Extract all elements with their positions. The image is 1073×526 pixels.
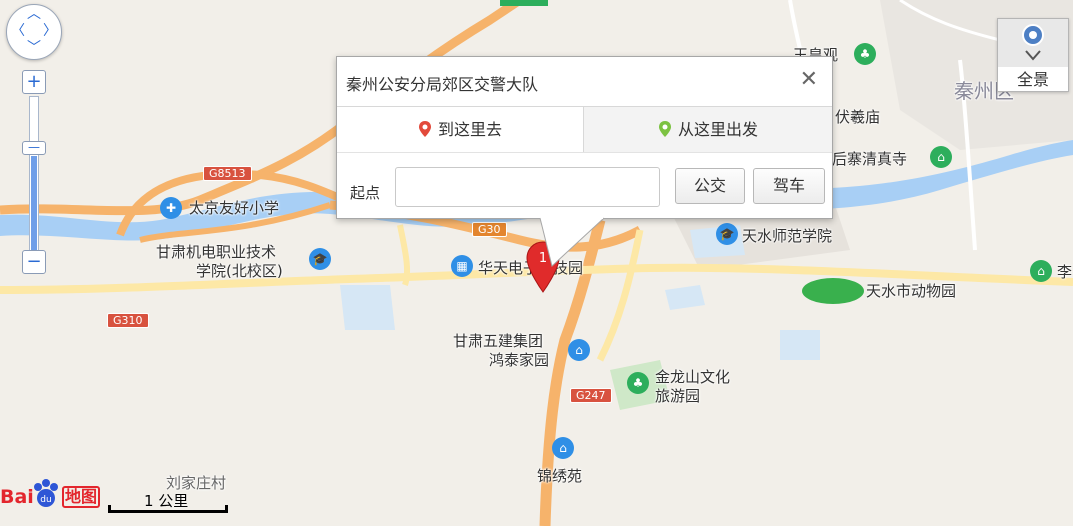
red-pin-icon <box>418 121 431 137</box>
road-shield-g247: G247 <box>570 388 612 403</box>
panorama-button[interactable]: 全景 <box>997 18 1069 92</box>
tab-from-here-label: 从这里出发 <box>677 120 758 139</box>
road-shield-g8513: G8513 <box>203 166 252 181</box>
logo-text-bai: Bai <box>0 486 34 508</box>
baidu-map-logo[interactable]: Bai du 地图 <box>0 478 102 512</box>
place-label-tianshui-zoo[interactable]: 天水市动物园 <box>866 282 956 300</box>
place-label-gansu-jidian-2[interactable]: 学院(北校区) <box>196 262 283 280</box>
place-label-gansu-jidian[interactable]: 甘肃机电职业技术 <box>156 243 276 261</box>
paw-icon: du <box>34 479 58 507</box>
place-label-jinlongshan[interactable]: 金龙山文化 <box>655 368 730 386</box>
close-icon[interactable]: ✕ <box>800 66 818 94</box>
info-window-title: 秦州公安分局郊区交警大队 <box>346 75 539 94</box>
road-shield-g310: G310 <box>107 313 149 328</box>
residential-icon[interactable]: ⌂ <box>568 339 590 361</box>
residential-icon[interactable]: ⌂ <box>552 437 574 459</box>
pan-right-icon[interactable]: 〉 <box>43 24 57 38</box>
place-label-houzhai-mosque[interactable]: 后寨清真寺 <box>832 150 907 168</box>
bus-button[interactable]: 公交 <box>675 168 745 204</box>
info-window-pointer <box>539 216 605 267</box>
zoom-out-button[interactable]: − <box>22 250 46 274</box>
zoom-in-button[interactable]: + <box>22 70 46 94</box>
tab-from-here[interactable]: 从这里出发 <box>583 107 832 152</box>
drive-button[interactable]: 驾车 <box>753 168 825 204</box>
panorama-pin-icon <box>998 19 1068 67</box>
building-icon[interactable]: ▦ <box>451 255 473 277</box>
green-pin-icon <box>658 121 671 137</box>
place-label-taijing[interactable]: 太京友好小学 <box>189 199 279 217</box>
place-label-gansu-wujian-2[interactable]: 鸿泰家园 <box>489 351 549 369</box>
tab-to-here-label: 到这里去 <box>437 120 502 139</box>
place-label-gansu-wujian[interactable]: 甘肃五建集团 <box>453 332 543 350</box>
place-label-jinxiuyuan[interactable]: 锦绣苑 <box>537 467 582 485</box>
direction-tabs: 到这里去 从这里出发 <box>337 106 832 153</box>
zoom-slider-handle[interactable]: — <box>22 141 46 155</box>
start-point-input[interactable] <box>395 167 660 207</box>
place-label-li-partial[interactable]: 李 <box>1057 263 1072 281</box>
park-icon[interactable]: ♣ <box>854 43 876 65</box>
park-icon[interactable]: ⌂ <box>1030 260 1052 282</box>
zoom-slider-fill <box>31 156 37 250</box>
tab-to-here[interactable]: 到这里去 <box>337 107 583 152</box>
scale-bar <box>108 505 228 513</box>
pan-left-icon[interactable]: 〈 <box>11 24 25 38</box>
pan-control[interactable]: ︿ ﹀ 〈 〉 <box>6 4 62 60</box>
mosque-icon[interactable]: ⌂ <box>930 146 952 168</box>
school-icon[interactable]: ✚ <box>160 197 182 219</box>
start-point-label: 起点 <box>350 184 381 202</box>
logo-text-map: 地图 <box>62 486 101 508</box>
pan-down-icon[interactable]: ﹀ <box>27 41 41 55</box>
place-label-jinlongshan-2[interactable]: 旅游园 <box>655 387 700 405</box>
pan-up-icon[interactable]: ︿ <box>27 7 41 21</box>
park-icon[interactable]: ♣ <box>627 372 649 394</box>
svg-text:du: du <box>40 495 51 505</box>
place-label-tianshui-normal[interactable]: 天水师范学院 <box>742 227 832 245</box>
road-shield-g30: G30 <box>472 222 507 237</box>
info-window: 秦州公安分局郊区交警大队 ✕ 到这里去 从这里出发 起点 公交 驾车 <box>336 56 833 219</box>
place-label-fuximiao[interactable]: 伏羲庙 <box>835 108 880 126</box>
school-icon[interactable]: 🎓 <box>309 248 331 270</box>
school-icon[interactable]: 🎓 <box>716 223 738 245</box>
panorama-label: 全景 <box>998 69 1068 91</box>
zoo-icon[interactable] <box>802 278 864 304</box>
